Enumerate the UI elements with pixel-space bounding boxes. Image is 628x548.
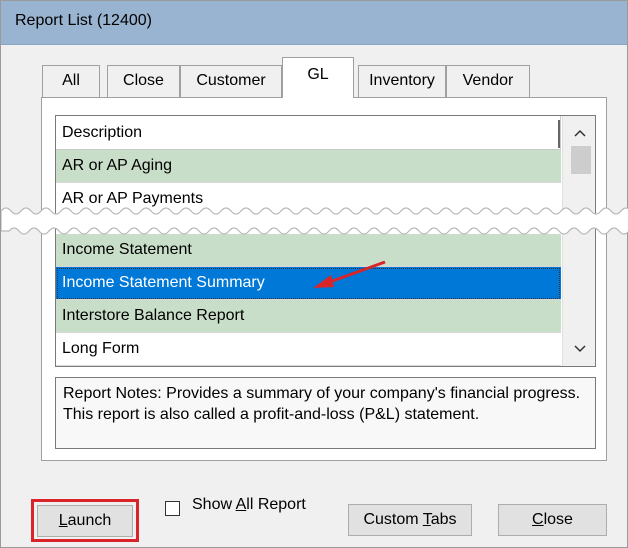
tab-gl[interactable]: GL <box>282 57 354 98</box>
tab-customer-label: Customer <box>196 72 266 89</box>
close-mnemonic: C <box>532 511 544 528</box>
report-notes: Report Notes: Provides a summary of your… <box>55 377 596 449</box>
launch-label-rest: aunch <box>67 512 112 529</box>
window-title: Report List (12400) <box>15 12 152 29</box>
list-item[interactable]: Long Form <box>56 333 561 366</box>
scroll-down-icon[interactable] <box>563 332 595 366</box>
scroll-up-icon[interactable] <box>563 116 595 150</box>
close-button[interactable]: Close <box>498 504 607 536</box>
show-all-rest: ll Report <box>246 496 306 513</box>
show-all-report-label[interactable]: Show All Report <box>192 496 306 514</box>
launch-button[interactable]: Launch <box>37 505 133 537</box>
report-listbox[interactable]: Description AR or AP Aging AR or AP Paym… <box>55 115 596 367</box>
tab-inventory-label: Inventory <box>369 72 435 89</box>
list-item[interactable]: AR or AP Aging <box>56 150 561 183</box>
tab-vendor-label: Vendor <box>462 72 514 89</box>
show-all-mnemonic: A <box>235 496 247 513</box>
title-bar: Report List (12400) <box>1 1 627 45</box>
tab-all[interactable]: All <box>42 65 100 97</box>
list-scrollbar[interactable] <box>562 116 595 366</box>
report-list-window: Report List (12400) All Close Customer G… <box>0 0 628 548</box>
launch-mnemonic: L <box>58 512 68 529</box>
tab-gl-label: GL <box>307 66 329 83</box>
close-rest: lose <box>543 511 573 528</box>
show-all-prefix: Show <box>192 496 236 513</box>
tab-all-label: All <box>62 72 80 89</box>
tab-customer[interactable]: Customer <box>180 65 282 97</box>
list-item[interactable]: Interstore Balance Report <box>56 300 561 333</box>
custom-tabs-rest: abs <box>430 511 457 528</box>
tab-vendor[interactable]: Vendor <box>446 65 530 97</box>
custom-tabs-button[interactable]: Custom Tabs <box>348 504 472 536</box>
tab-inventory[interactable]: Inventory <box>358 65 446 97</box>
red-arrow-annotation <box>313 260 386 288</box>
description-column-header[interactable]: Description <box>56 116 561 150</box>
scroll-thumb[interactable] <box>571 146 591 174</box>
tab-close[interactable]: Close <box>107 65 180 97</box>
tab-close-label: Close <box>123 72 164 89</box>
torn-edge-divider <box>1 207 628 235</box>
custom-tabs-mnemonic: T <box>422 511 431 528</box>
show-all-report-checkbox[interactable] <box>165 501 180 516</box>
custom-tabs-prefix: Custom <box>363 511 423 528</box>
